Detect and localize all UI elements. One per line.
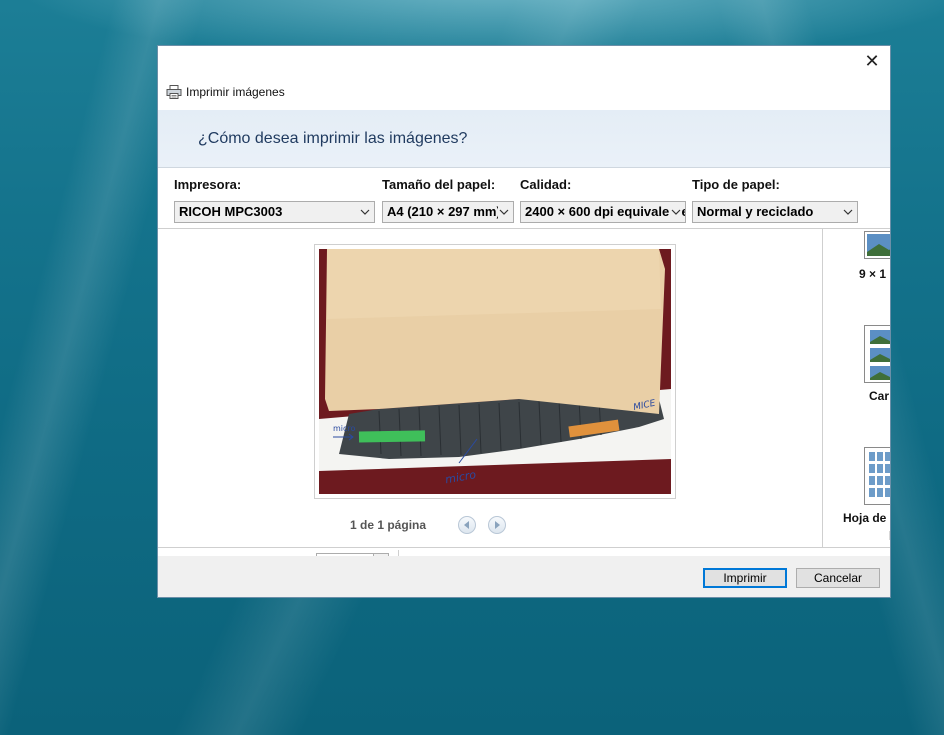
print-button[interactable]: Imprimir: [703, 568, 787, 588]
page-heading: ¿Cómo desea imprimir las imágenes?: [198, 130, 468, 147]
printer-select-value: RICOH MPC3003: [179, 204, 283, 219]
printer-label: Impresora:: [174, 177, 242, 192]
paper-type-label: Tipo de papel:: [692, 177, 780, 192]
paper-type-select-value: Normal y reciclado: [697, 204, 814, 219]
chevron-down-icon: [359, 202, 371, 222]
copies-row-partial: [158, 547, 890, 560]
layout-label: Car: [869, 389, 890, 403]
layout-label: 9 × 1: [859, 267, 887, 281]
page-counter: 1 de 1 página: [350, 518, 427, 532]
next-page-button[interactable]: [488, 516, 507, 534]
preview-page: micro micro MICE: [314, 244, 676, 499]
chevron-down-icon: [842, 202, 854, 222]
quality-label: Calidad:: [520, 177, 572, 192]
paper-size-select[interactable]: A4 (210 × 297 mm): [382, 201, 514, 223]
close-icon: ✕: [864, 51, 880, 71]
paper-type-option: Tipo de papel: Normal y reciclado: [692, 177, 858, 223]
arrow-right-icon: [495, 521, 501, 529]
paper-size-select-value: A4 (210 × 297 mm): [387, 204, 501, 219]
printer-option: Impresora: RICOH MPC3003: [174, 177, 375, 223]
close-button[interactable]: ✕: [860, 50, 884, 72]
chevron-down-icon: [498, 202, 510, 222]
page-navigator: 1 de 1 página: [350, 516, 518, 534]
print-options-bar: Impresora: RICOH MPC3003 Tamaño del pape…: [158, 169, 890, 229]
contact-sheet-icon: [864, 447, 890, 505]
print-pictures-dialog: ✕ Imprimir imágenes ¿Cómo desea imprimir…: [157, 45, 891, 598]
printer-select[interactable]: RICOH MPC3003: [174, 201, 375, 223]
header-band: ¿Cómo desea imprimir las imágenes?: [158, 110, 890, 168]
landscape-photo-icon: [864, 231, 890, 259]
dialog-footer: Imprimir Cancelar: [158, 556, 890, 597]
layout-label-line2: l: [889, 529, 890, 543]
layout-list: 9 × 1 Car Hoja de: [822, 229, 890, 547]
photo-annotation-left: micro: [333, 424, 356, 433]
quality-option: Calidad: 2400 × 600 dpi equivalente: [520, 177, 686, 223]
wallet-photos-icon: [864, 325, 890, 383]
photo-drawing: micro micro MICE: [319, 249, 671, 494]
quality-select-value: 2400 × 600 dpi equivalente: [525, 204, 686, 219]
preview-photo: micro micro MICE: [319, 249, 671, 494]
chevron-down-icon: [670, 202, 682, 222]
paper-type-select[interactable]: Normal y reciclado: [692, 201, 858, 223]
print-preview-area: micro micro MICE 1 de 1 página: [158, 229, 822, 547]
layout-label: Hoja de: [843, 511, 887, 525]
title-bar: Imprimir imágenes: [166, 82, 285, 102]
paper-size-option: Tamaño del papel: A4 (210 × 297 mm): [382, 177, 514, 223]
dialog-title: Imprimir imágenes: [186, 85, 285, 99]
arrow-left-icon: [464, 521, 470, 529]
quality-select[interactable]: 2400 × 600 dpi equivalente: [520, 201, 686, 223]
paper-size-label: Tamaño del papel:: [382, 177, 496, 192]
cancel-button[interactable]: Cancelar: [796, 568, 880, 588]
printer-icon: [166, 85, 182, 99]
previous-page-button[interactable]: [458, 516, 477, 534]
